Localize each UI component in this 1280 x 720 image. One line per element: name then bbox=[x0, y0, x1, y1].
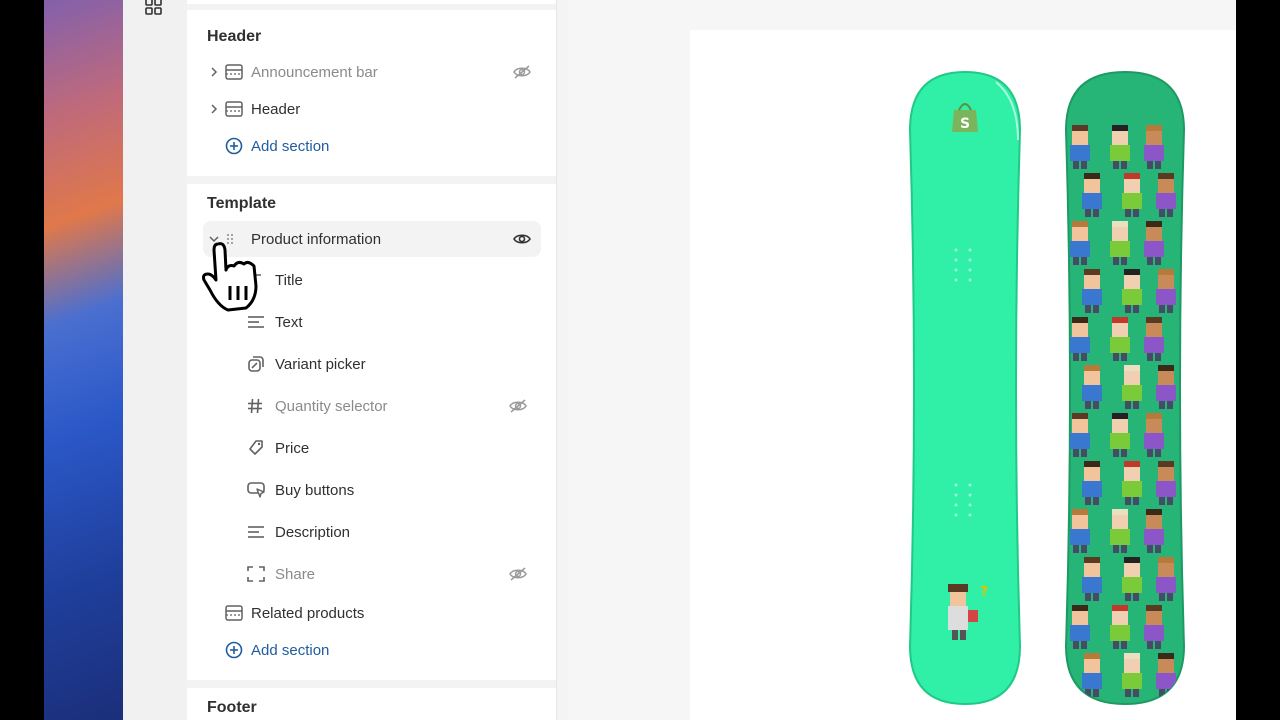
eye-off-icon[interactable] bbox=[503, 398, 533, 414]
sections-sidebar: Header Announcement bar Header Add secti… bbox=[187, 0, 557, 720]
block-quantity-selector[interactable]: Quantity selector bbox=[247, 388, 541, 424]
apps-icon[interactable] bbox=[145, 0, 163, 16]
add-section-header-button[interactable]: Add section bbox=[203, 128, 541, 164]
section-label: Product information bbox=[251, 230, 382, 248]
block-variant-picker[interactable]: Variant picker bbox=[247, 346, 541, 382]
block-label: Buy buttons bbox=[275, 481, 355, 499]
template-group-title: Template bbox=[207, 195, 277, 212]
chevron-right-icon[interactable] bbox=[203, 104, 225, 114]
section-layout-icon bbox=[225, 64, 251, 80]
svg-text:?: ? bbox=[980, 584, 988, 600]
screen-edge bbox=[1236, 0, 1280, 720]
block-label: Title bbox=[275, 271, 303, 289]
eye-icon[interactable] bbox=[507, 231, 537, 247]
block-price[interactable]: Price bbox=[247, 430, 541, 466]
block-label: Description bbox=[275, 523, 351, 541]
group-divider bbox=[187, 4, 556, 10]
block-buy-buttons[interactable]: Buy buttons bbox=[247, 472, 541, 508]
text-lines-icon bbox=[247, 314, 275, 330]
section-label: Announcement bar bbox=[251, 63, 378, 81]
add-section-label: Add section bbox=[251, 137, 330, 155]
block-label: Share bbox=[275, 565, 316, 583]
section-announcement-bar[interactable]: Announcement bar bbox=[203, 54, 541, 90]
block-title[interactable]: Title bbox=[247, 262, 541, 298]
group-divider bbox=[187, 680, 556, 688]
svg-text:S: S bbox=[960, 116, 970, 132]
section-label: Header bbox=[251, 100, 301, 118]
group-divider bbox=[187, 176, 556, 184]
variant-picker-icon bbox=[247, 355, 275, 373]
hash-icon bbox=[247, 398, 275, 414]
chevron-right-icon[interactable] bbox=[203, 67, 225, 77]
buy-button-icon bbox=[247, 481, 275, 499]
snowboard-image-green: S ? bbox=[908, 70, 1022, 706]
footer-group-title: Footer bbox=[207, 699, 257, 716]
block-label: Price bbox=[275, 439, 310, 457]
section-related-products[interactable]: Related products bbox=[203, 595, 541, 631]
snowboard-image-characters bbox=[1064, 70, 1186, 706]
block-label: Text bbox=[275, 313, 303, 331]
share-frame-icon bbox=[247, 565, 275, 583]
add-section-label: Add section bbox=[251, 641, 330, 659]
desktop-wallpaper bbox=[0, 0, 123, 720]
block-description[interactable]: Description bbox=[247, 514, 541, 550]
icon-rail bbox=[123, 0, 188, 720]
price-tag-icon bbox=[247, 439, 275, 457]
add-section-template-button[interactable]: Add section bbox=[203, 632, 541, 668]
plus-circle-icon bbox=[225, 137, 251, 155]
section-header[interactable]: Header bbox=[203, 91, 541, 127]
section-layout-icon bbox=[225, 101, 251, 117]
block-share[interactable]: Share bbox=[247, 556, 541, 592]
eye-off-icon[interactable] bbox=[507, 64, 537, 80]
section-label: Related products bbox=[251, 604, 365, 622]
block-label: Quantity selector bbox=[275, 397, 388, 415]
section-layout-icon bbox=[225, 605, 251, 621]
plus-circle-icon bbox=[225, 641, 251, 659]
header-group-title: Header bbox=[207, 28, 262, 45]
text-lines-icon bbox=[247, 524, 275, 540]
block-label: Variant picker bbox=[275, 355, 366, 373]
eye-off-icon[interactable] bbox=[503, 566, 533, 582]
hand-cursor-icon bbox=[202, 242, 258, 312]
block-text[interactable]: Text bbox=[247, 304, 541, 340]
